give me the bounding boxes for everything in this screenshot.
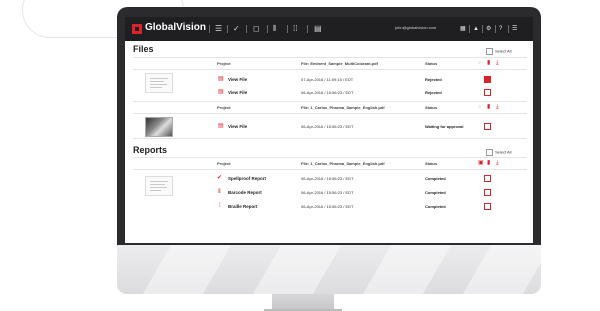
report-date: 06-Apr-2016 / 15:56:23 / EDT xyxy=(301,190,354,195)
settings-icon[interactable]: ⚙ xyxy=(486,24,491,34)
view-file-link[interactable]: View File xyxy=(228,90,247,95)
nav-divider xyxy=(287,25,288,33)
report-thumbnail[interactable] xyxy=(145,176,173,196)
select-all-checkbox[interactable] xyxy=(486,48,493,55)
nav-divider xyxy=(495,25,496,33)
report-date: 06-Apr-2016 / 15:56:23 / EDT xyxy=(301,176,354,181)
monitor: GlobalVision ☰ ✓ ◻ ⦀ ⁞⁞ ▤ john@globalvis… xyxy=(117,7,541,294)
nav-divider xyxy=(508,25,509,33)
status-text: Completed xyxy=(425,204,446,209)
report-link[interactable]: Braille Report xyxy=(228,204,258,209)
braille-nav-icon[interactable]: ⁞⁞ xyxy=(293,23,297,35)
spellcheck-nav-icon[interactable]: ✓ xyxy=(233,23,240,35)
file-date: 06-Apr-2016 / 15:56:23 / EDT xyxy=(301,90,354,95)
row-checkbox[interactable] xyxy=(484,189,491,196)
divider xyxy=(133,169,527,170)
column-header-status: Status xyxy=(425,105,438,110)
divider xyxy=(133,57,527,58)
column-header-project: Project xyxy=(217,105,231,110)
barcode-nav-icon[interactable]: ⦀ xyxy=(273,23,277,35)
delete-icon[interactable]: ▮ xyxy=(487,60,490,67)
divider xyxy=(133,113,527,114)
column-header-status: Status xyxy=(425,61,438,66)
spellcheck-icon[interactable]: ✔ xyxy=(217,175,222,182)
nav-divider xyxy=(267,25,268,33)
list-icon[interactable]: ☰ xyxy=(512,24,517,34)
monitor-chin xyxy=(117,245,541,294)
nav-divider xyxy=(469,25,470,33)
column-header-file: File: 1_Carlos_Pharma_Sample_English.pdf xyxy=(301,161,385,166)
file-date: 06-Apr-2016 / 15:56:23 / EDT xyxy=(301,124,354,129)
reflection-stripe xyxy=(252,245,342,294)
column-header-project: Project xyxy=(217,161,231,166)
download-icon[interactable]: ⤓ xyxy=(496,104,499,111)
column-header-file: File: Eminent_Sample_MultiColorant.pdf xyxy=(301,61,378,66)
search-icon[interactable]: ⌕ xyxy=(478,104,481,111)
column-header-project: Project xyxy=(217,61,231,66)
graphics-compare-icon[interactable]: ◻ xyxy=(253,23,260,35)
reflection-stripe xyxy=(362,245,452,294)
globalvision-logo-icon xyxy=(132,24,142,34)
search-icon[interactable]: ⌕ xyxy=(478,60,481,67)
status-text: Completed xyxy=(425,176,446,181)
nav-divider xyxy=(307,25,308,33)
menu-icon[interactable]: ▦ xyxy=(460,24,466,34)
top-navigation-bar: GlobalVision ☰ ✓ ◻ ⦀ ⁞⁞ ▤ john@globalvis… xyxy=(125,17,533,41)
column-header-status: Status xyxy=(425,161,438,166)
delete-icon[interactable]: ▮ xyxy=(487,104,490,111)
reports-select-all[interactable]: Select All xyxy=(486,149,511,156)
row-checkbox[interactable] xyxy=(484,123,491,130)
divider xyxy=(133,138,527,139)
view-file-link[interactable]: View File xyxy=(228,77,247,82)
select-all-label: Select All xyxy=(495,48,512,54)
text-compare-icon[interactable]: ☰ xyxy=(215,23,222,35)
upload-icon[interactable]: ▲ xyxy=(473,24,479,34)
status-text: Waiting for approval xyxy=(425,124,464,129)
reflection-stripe xyxy=(462,245,541,294)
view-icon[interactable]: ▣ xyxy=(478,160,484,167)
reports-section-title: Reports xyxy=(133,145,168,155)
nav-divider xyxy=(209,25,210,33)
status-text: Completed xyxy=(425,190,446,195)
report-link[interactable]: Spellproof Report xyxy=(228,176,266,181)
braille-icon[interactable]: ⁞ xyxy=(219,203,221,210)
view-file-link[interactable]: View File xyxy=(228,124,247,129)
nav-divider xyxy=(482,25,483,33)
status-text: Rejected xyxy=(425,77,442,82)
app-screen: GlobalVision ☰ ✓ ◻ ⦀ ⁞⁞ ▤ john@globalvis… xyxy=(125,17,533,243)
monitor-bezel: GlobalVision ☰ ✓ ◻ ⦀ ⁞⁞ ▤ john@globalvis… xyxy=(117,7,541,245)
nav-divider xyxy=(227,25,228,33)
files-section-title: Files xyxy=(133,44,154,54)
view-file-icon[interactable]: ▤ xyxy=(218,123,224,130)
download-icon[interactable]: ⤓ xyxy=(496,160,499,167)
select-all-checkbox[interactable] xyxy=(486,149,493,156)
status-text: Rejected xyxy=(425,90,442,95)
view-file-icon[interactable]: ▤ xyxy=(218,89,224,96)
divider xyxy=(133,157,527,158)
download-icon[interactable]: ⤓ xyxy=(496,60,499,67)
files-select-all[interactable]: Select All xyxy=(486,48,511,55)
row-checkbox[interactable] xyxy=(484,76,491,83)
file-thumbnail[interactable] xyxy=(145,73,173,93)
divider xyxy=(133,69,527,70)
row-checkbox[interactable] xyxy=(484,89,491,96)
report-link[interactable]: Barcode Report xyxy=(228,190,262,195)
app-logo-text[interactable]: GlobalVision xyxy=(145,22,206,33)
file-thumbnail-photo[interactable] xyxy=(145,117,173,137)
row-checkbox[interactable] xyxy=(484,175,491,182)
report-nav-icon[interactable]: ▤ xyxy=(314,23,322,35)
reflection-stripe xyxy=(142,245,232,294)
report-date: 06-Apr-2016 / 15:56:23 / EDT xyxy=(301,204,354,209)
delete-icon[interactable]: ▮ xyxy=(487,160,490,167)
column-header-file: File: 1_Carlos_Pharma_Sample_English.pdf xyxy=(301,105,385,110)
divider xyxy=(133,101,527,102)
select-all-label: Select All xyxy=(495,149,512,155)
file-date: 07-Apr-2016 / 11:09:15 / EDT xyxy=(301,77,354,82)
view-file-icon[interactable]: ▤ xyxy=(218,76,224,83)
user-email[interactable]: john@globalvision.com xyxy=(395,25,436,30)
help-icon[interactable]: ? xyxy=(499,24,502,34)
nav-divider xyxy=(246,25,247,33)
row-checkbox[interactable] xyxy=(484,203,491,210)
barcode-icon[interactable]: ⦀ xyxy=(218,189,221,196)
